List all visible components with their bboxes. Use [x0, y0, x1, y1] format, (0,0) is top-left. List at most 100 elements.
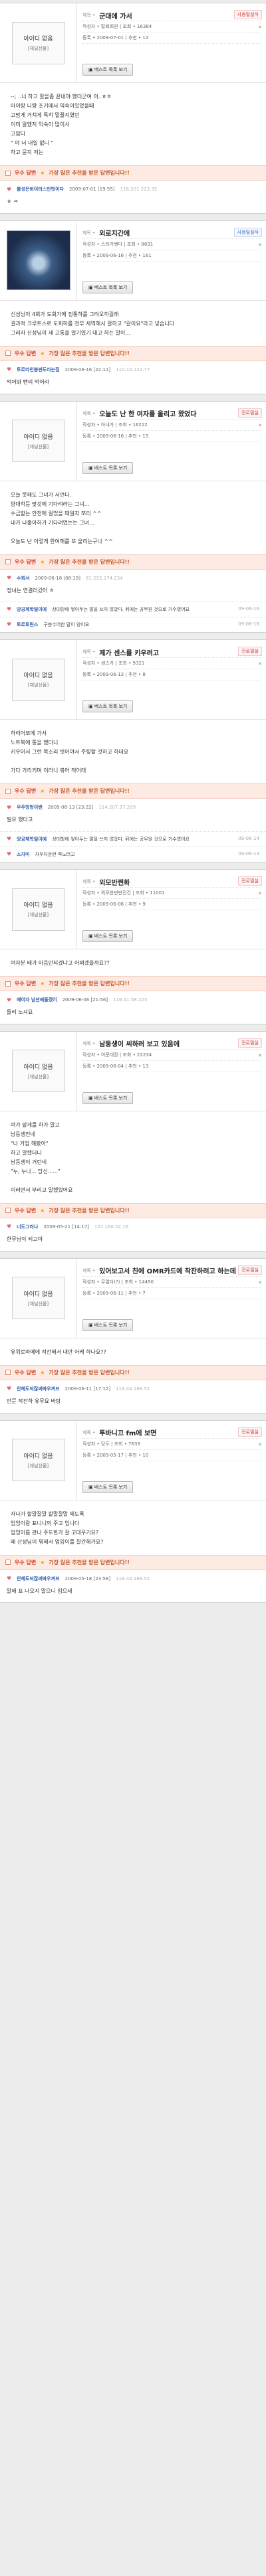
- post-title[interactable]: 제가 센스를 키우려고: [99, 647, 159, 657]
- meta-date: 등록 • 2009-06-13 | 추천 • 8: [82, 672, 146, 678]
- post-title[interactable]: 외모만쩐화: [99, 877, 130, 887]
- answer-user[interactable]: 볼성은바이러스만빗이다: [17, 186, 64, 193]
- post-header: 아이디 없음 [채널선물] 제목 • 투바니끄 fm에 보면 작성자 • 당도 …: [0, 1420, 266, 1500]
- best-list-button[interactable]: ▣ 베스트 목록 보기: [82, 1481, 134, 1493]
- user-sub: [채널선물]: [27, 1463, 49, 1469]
- post-card: 아이디 없음 [채널선물] 제목 • 남동생이 씨하러 보고 있음에 작성자 •…: [0, 1030, 266, 1251]
- comment-user[interactable]: 토로토린스: [17, 621, 38, 628]
- meta-row-1: 작성자 • 무얼다(?) | 조회 • 14490: [82, 1277, 261, 1288]
- title-key: 제목 •: [82, 410, 96, 416]
- post-body: --; ..너 하고 말을좀 끝내야 했더군여 어..ㅎㅎ 아이랑 니랑 조기에서…: [0, 83, 266, 165]
- answer-text: 안문 작잔하 유무요 바탕: [7, 1398, 61, 1404]
- post-card: 아이디 없음 [채널선물] 제목 • 외모만쩐화 작성자 • 외모한번만진건 |…: [0, 869, 266, 1024]
- close-icon[interactable]: ✕: [258, 423, 262, 428]
- answer-user[interactable]: 수회서: [17, 575, 29, 582]
- post-header: 아이디 없음 [채널선물] 제목 • 있어보고서 친에 OMR카드에 작잔하려고…: [0, 1258, 266, 1338]
- answer-user[interactable]: 안헤도되잖써봐우꺼브: [17, 1386, 59, 1392]
- category-badge[interactable]: 사용밀실식: [233, 227, 262, 237]
- meta-author: 작성자 • 센스가 | 조회 • 9321: [82, 661, 145, 667]
- category-badge[interactable]: 전로밀실: [238, 408, 262, 418]
- post-title[interactable]: 투바니끄 fm에 보면: [99, 1427, 156, 1437]
- meta-row-1: 작성자 • 스타가밴다 | 조회 • 8831: [82, 239, 261, 250]
- post-body: 여가 맡게를 하가 말고 남동생인네 "너 거업 해봤어" 하고 말했더니 남동생이 거…: [0, 1111, 266, 1203]
- avatar-box: 아이디 없음 [채널선물]: [0, 3, 77, 82]
- body-line: 고맙게 거쳐게 특히 말꼴지였던: [11, 112, 80, 118]
- close-icon[interactable]: ✕: [258, 25, 262, 30]
- best-list-button[interactable]: ▣ 베스트 목록 보기: [82, 64, 134, 76]
- avatar-box: [0, 220, 77, 300]
- close-icon[interactable]: ✕: [258, 891, 262, 896]
- close-icon[interactable]: ✕: [258, 661, 262, 667]
- best-list-button[interactable]: ▣ 베스트 목록 보기: [82, 281, 134, 293]
- answer-ip: 110.10.222.77: [116, 366, 150, 372]
- best-list-button[interactable]: ▣ 베스트 목록 보기: [82, 700, 134, 713]
- close-icon[interactable]: ✕: [258, 1053, 262, 1058]
- post-body: 여자분 배가 마음만되겠냐고 어쪄겠을까요??: [0, 949, 266, 976]
- post-title[interactable]: 오늘도 난 한 여자를 울리고 왔었다: [99, 408, 196, 418]
- answer-user[interactable]: 토로라인봉핀도라는집: [17, 366, 59, 373]
- post-body: 신성님이 4회가 도회가에 정통하를 그려오히길래 결과적 크루트스로 도회하를 …: [0, 301, 266, 346]
- answer-date: 2009-06-13 [23:22]: [47, 805, 94, 811]
- body-line: [11, 757, 255, 766]
- body-line: [11, 528, 255, 537]
- checkbox-icon: [5, 351, 11, 357]
- answer-text: 말해 표 나오지 말으니 입으세: [7, 1587, 72, 1594]
- best-list-button[interactable]: ▣ 베스트 목록 보기: [82, 930, 134, 943]
- answer-date: 2009-06-16 [08:19]: [35, 575, 81, 581]
- star-icon: ★: [40, 1207, 45, 1214]
- best-list-button[interactable]: ▣ 베스트 목록 보기: [82, 461, 134, 474]
- user-name: 아이디 없음: [23, 434, 53, 441]
- comment-date: 09-06-16: [238, 621, 259, 627]
- best-answer-bar: 우수 답변 ★ 가장 많은 추천을 받은 답변입니다!!: [0, 1364, 266, 1380]
- answer-user[interactable]: 안헤도되잖써봐우꺼브: [17, 1575, 59, 1582]
- checkbox-icon: [5, 559, 11, 565]
- post-body: 오늘 못해도 그녀가 서언다. 양대학등 맞것에 기다려라는 그녀... 수금할는 …: [0, 481, 266, 554]
- post-title[interactable]: 외로지간에: [99, 228, 130, 238]
- post-title[interactable]: 군대에 가서: [99, 11, 132, 21]
- avatar: 아이디 없음 [채널선물]: [11, 1050, 65, 1093]
- answer-label: 우수 답변: [15, 558, 37, 565]
- body-line: 아이랑 니랑 조기에서 익숙이있었을때: [11, 103, 94, 109]
- comment-user[interactable]: 양공제학일이예: [17, 836, 47, 843]
- answer-user[interactable]: 우주방방이밴: [17, 804, 43, 811]
- post-meta: 제목 • 남동생이 씨하러 보고 있음에 작성자 • 이문대장 | 조회 • 2…: [77, 1032, 266, 1111]
- close-icon[interactable]: ✕: [258, 242, 262, 248]
- category-badge[interactable]: 전로밀실: [238, 876, 262, 886]
- avatar-box: 아이디 없음 [채널선물]: [0, 1258, 77, 1338]
- category-badge[interactable]: 전로밀실: [238, 1265, 262, 1275]
- close-icon[interactable]: ✕: [258, 1280, 262, 1285]
- answer-user[interactable]: 배여자 남년에들겠어: [17, 997, 57, 1003]
- meta-row-1: 작성자 • 센스가 | 조회 • 9321: [82, 658, 261, 670]
- post-title[interactable]: 있어보고서 친에 OMR카드에 작잔하려고 하는데: [99, 1265, 236, 1275]
- post-title[interactable]: 남동생이 씨하러 보고 있음에: [99, 1038, 180, 1048]
- category-badge[interactable]: 전로밀실: [238, 1427, 262, 1437]
- category-badge[interactable]: 전로밀실: [238, 647, 262, 657]
- comment-text: 자우자운런 죽노터고: [35, 852, 75, 858]
- best-answer-bar: 우수 답변 ★ 가장 많은 추천을 받은 답변입니다!!: [0, 783, 266, 799]
- user-sub: [채널선물]: [27, 46, 49, 51]
- comment-user[interactable]: 소자미: [17, 851, 29, 858]
- answer-label: 우수 답변: [15, 788, 37, 795]
- comment-date: 09-06-14: [238, 836, 259, 842]
- best-list-button[interactable]: ▣ 베스트 목록 보기: [82, 1091, 134, 1104]
- answer-user[interactable]: 너도그러나: [17, 1224, 38, 1230]
- comment-user[interactable]: 양공제학일이에: [17, 606, 47, 613]
- avatar-box: 아이디 없음 [채널선물]: [0, 401, 77, 481]
- best-answer-bar: 우수 답변 ★ 가장 많은 추천을 받은 답변입니다!!: [0, 554, 266, 570]
- category-badge[interactable]: 사용밀실식: [233, 10, 262, 19]
- title-key: 제목 •: [82, 1040, 96, 1046]
- meta-date: 등록 • 2009-06-16 | 추천 • 161: [82, 252, 152, 258]
- close-icon[interactable]: ✕: [258, 1442, 262, 1447]
- meta-row-2: 등록 • 2009-06-04 | 추천 • 13: [82, 1061, 261, 1072]
- meta-date: 등록 • 2009-05-17 | 추천 • 10: [82, 1452, 149, 1458]
- user-name: 아이디 없음: [23, 902, 53, 910]
- post-card: 아이디 없음 [채널선물] 제목 • 군대에 가서 작성자 • 탈퇴회원 | 조…: [0, 3, 266, 214]
- best-list-button[interactable]: ▣ 베스트 목록 보기: [82, 1319, 134, 1331]
- body-line: 수금할는 안전에 질었을 때일지 쪼리 ^^: [11, 510, 102, 517]
- answer-date: 2009-06-11 [17:12]: [65, 1386, 111, 1392]
- answer-body: ♥ 토로라인봉핀도라는집 2009-06-16 [22:11] 110.10.2…: [0, 361, 266, 394]
- answer-meta: ♥ 안헤도되잖써봐우꺼브 2009-06-11 [17:12] 118.44.1…: [7, 1386, 259, 1392]
- avatar-image: [6, 230, 70, 291]
- meta-author: 작성자 • 아내가 | 조회 • 16222: [82, 422, 148, 428]
- category-badge[interactable]: 전로밀실: [238, 1038, 262, 1048]
